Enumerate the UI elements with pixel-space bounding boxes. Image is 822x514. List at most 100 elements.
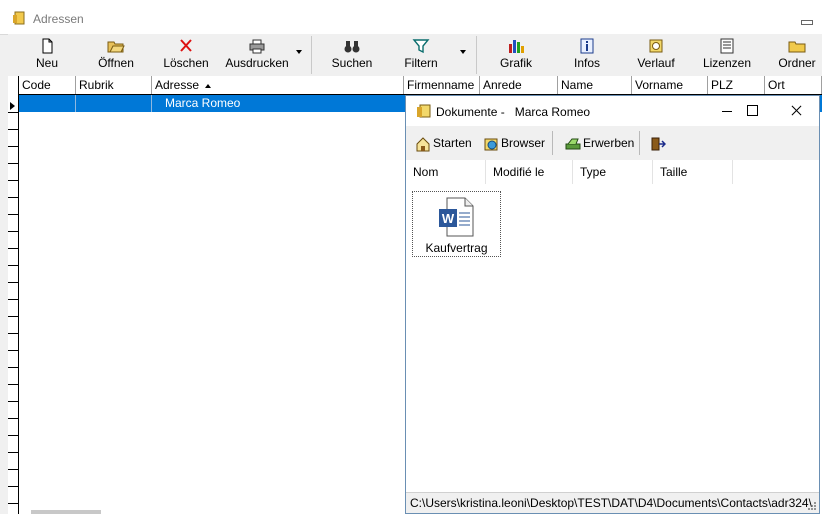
column-header-taille[interactable]: Taille: [653, 160, 733, 184]
row-divider: [8, 163, 18, 164]
filter-button[interactable]: Filtern: [400, 34, 442, 76]
acquire-button[interactable]: Erwerben: [565, 133, 634, 153]
row-divider: [8, 401, 18, 402]
print-dropdown-arrow[interactable]: [296, 50, 302, 54]
license-icon: [720, 38, 734, 54]
grid-header: Code Rubrik Adresse Firmenname Anrede Na…: [19, 76, 822, 95]
column-header-code[interactable]: Code: [19, 76, 76, 94]
svg-text:W: W: [441, 211, 454, 226]
minimize-button[interactable]: [800, 12, 814, 25]
info-label: Infos: [573, 56, 600, 70]
documents-maximize-button[interactable]: [729, 96, 775, 126]
window-title: Adressen: [33, 12, 84, 26]
info-button[interactable]: Infos: [568, 34, 606, 76]
documents-title-bar: Dokumente - Marca Romeo: [406, 96, 819, 126]
documents-contact-name: Marca Romeo: [514, 105, 591, 119]
row-divider: [8, 197, 18, 198]
column-header-adresse-label: Adresse: [155, 78, 200, 92]
column-header-anrede[interactable]: Anrede: [480, 76, 558, 94]
license-button[interactable]: Lizenzen: [701, 34, 753, 76]
bar-chart-icon: [509, 40, 524, 53]
documents-window-icon: [417, 104, 431, 118]
open-button[interactable]: Öffnen: [96, 34, 136, 76]
resize-grip-icon[interactable]: [807, 501, 817, 511]
documents-list-header: Nom Modifié le Type Taille: [406, 160, 819, 184]
row-divider: [8, 265, 18, 266]
column-header-vorname[interactable]: Vorname: [632, 76, 708, 94]
column-header-nom[interactable]: Nom: [406, 160, 486, 184]
exit-button[interactable]: [650, 133, 668, 153]
file-name: Kaufvertrag: [425, 241, 488, 255]
info-icon: [580, 38, 594, 54]
row-divider: [8, 384, 18, 385]
scanner-icon: [565, 138, 581, 150]
cell-rubrik[interactable]: [76, 95, 152, 112]
row-divider: [8, 282, 18, 283]
history-icon: [649, 39, 663, 53]
row-divider: [8, 231, 18, 232]
cell-adresse[interactable]: Marca Romeo: [152, 95, 404, 112]
row-divider: [8, 486, 18, 487]
row-divider: [8, 469, 18, 470]
browser-button[interactable]: Browser: [483, 133, 545, 153]
folder-label: Ordner: [778, 56, 816, 70]
column-header-modifie-le[interactable]: Modifié le: [486, 160, 573, 184]
new-label: Neu: [35, 56, 58, 70]
home-icon: [416, 137, 430, 152]
row-divider: [8, 435, 18, 436]
documents-window: Dokumente - Marca Romeo Starten Browser …: [405, 95, 820, 514]
printer-icon: [249, 39, 265, 54]
column-header-ort[interactable]: Ort: [765, 76, 822, 94]
horizontal-scrollbar[interactable]: [31, 510, 101, 514]
column-header-firmenname[interactable]: Firmenname: [404, 76, 480, 94]
row-divider: [8, 299, 18, 300]
column-header-name[interactable]: Name: [558, 76, 632, 94]
row-divider: [8, 214, 18, 215]
row-divider: [8, 112, 18, 113]
search-button[interactable]: Suchen: [326, 34, 378, 76]
toolbar-separator: [311, 36, 312, 74]
new-document-icon: [42, 38, 53, 54]
column-header-adresse[interactable]: Adresse: [152, 76, 404, 94]
row-divider: [8, 248, 18, 249]
main-title-bar: Adressen: [0, 0, 822, 35]
delete-button[interactable]: Löschen: [160, 34, 212, 76]
folder-button[interactable]: Ordner: [774, 34, 820, 76]
documents-status-bar: C:\Users\kristina.leoni\Desktop\TEST\DAT…: [406, 492, 819, 513]
history-button[interactable]: Verlauf: [636, 34, 676, 76]
row-divider: [8, 367, 18, 368]
documents-toolbar-separator-2: [639, 131, 640, 155]
column-header-type[interactable]: Type: [573, 160, 653, 184]
column-header-plz[interactable]: PLZ: [708, 76, 765, 94]
documents-path: C:\Users\kristina.leoni\Desktop\TEST\DAT…: [410, 496, 812, 510]
new-button[interactable]: Neu: [28, 34, 66, 76]
row-divider: [8, 452, 18, 453]
chart-button[interactable]: Grafik: [496, 34, 536, 76]
documents-close-button[interactable]: [773, 96, 819, 126]
toolbar-separator-2: [476, 36, 477, 74]
filter-label: Filtern: [404, 56, 438, 70]
cell-code[interactable]: [19, 95, 76, 112]
row-divider: [8, 180, 18, 181]
row-divider: [8, 418, 18, 419]
sort-ascending-icon: [205, 83, 212, 88]
folder-icon: [788, 41, 806, 53]
print-label: Ausdrucken: [225, 56, 289, 70]
row-divider: [8, 146, 18, 147]
column-header-rubrik[interactable]: Rubrik: [76, 76, 152, 94]
chart-label: Grafik: [499, 56, 532, 70]
print-button[interactable]: Ausdrucken: [224, 34, 290, 76]
documents-title: Dokumente - Marca Romeo: [436, 105, 590, 119]
start-button[interactable]: Starten: [415, 133, 472, 153]
delete-label: Löschen: [163, 56, 209, 70]
documents-title-prefix: Dokumente -: [436, 105, 505, 119]
word-document-icon: W: [438, 197, 473, 237]
filter-dropdown-arrow[interactable]: [460, 50, 466, 54]
address-book-icon: [13, 11, 25, 25]
open-label: Öffnen: [98, 56, 134, 70]
main-toolbar: Neu Öffnen Löschen Ausdrucken Suchen Fil…: [8, 34, 822, 77]
file-item-kaufvertrag[interactable]: W Kaufvertrag: [412, 191, 501, 257]
binoculars-icon: [344, 41, 360, 53]
documents-toolbar: Starten Browser Erwerben: [406, 126, 819, 160]
row-divider: [8, 503, 18, 504]
